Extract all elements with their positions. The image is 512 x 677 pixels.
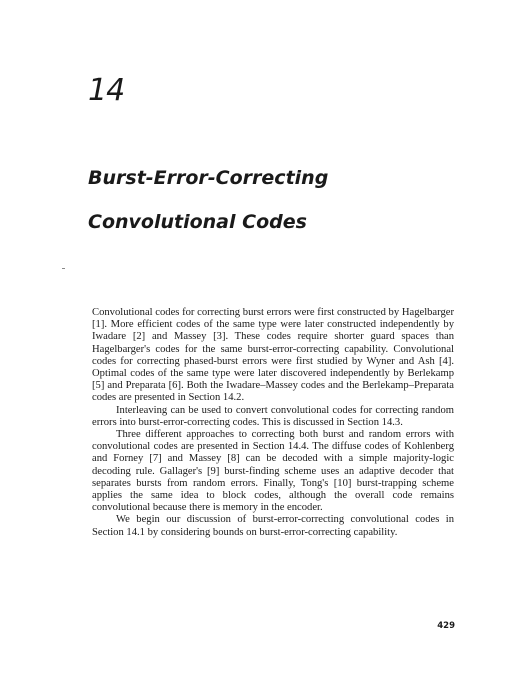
paragraph-3: Three different approaches to correcting… <box>92 429 454 514</box>
paragraph-4: We begin our discussion of burst-error-c… <box>92 514 454 538</box>
chapter-introduction: Convolutional codes for correcting burst… <box>92 307 454 539</box>
chapter-title: Burst-Error-Correcting Convolutional Cod… <box>88 156 328 244</box>
page: { "chapter": { "number": "14", "title_li… <box>0 0 512 677</box>
scan-mark <box>62 268 65 269</box>
paragraph-1: Convolutional codes for correcting burst… <box>92 307 454 404</box>
chapter-title-line-1: Burst-Error-Correcting <box>88 167 329 189</box>
chapter-number: 14 <box>88 73 125 108</box>
page-number: 429 <box>437 621 455 631</box>
paragraph-2: Interleaving can be used to convert conv… <box>92 404 454 428</box>
chapter-title-line-2: Convolutional Codes <box>88 211 307 233</box>
